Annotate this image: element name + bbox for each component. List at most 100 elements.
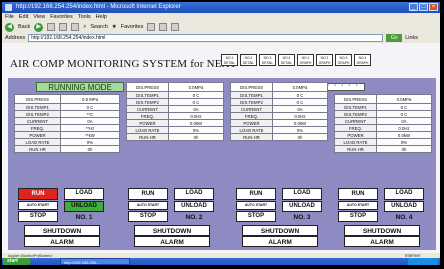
stop-button[interactable]: STOP bbox=[338, 211, 378, 222]
run-button[interactable]: RUN bbox=[18, 188, 58, 200]
media-icon[interactable] bbox=[147, 23, 156, 31]
back-arrow-icon[interactable]: ◀ bbox=[5, 22, 14, 32]
no2-graph-button[interactable]: NO.2 GRAPH bbox=[316, 54, 333, 66]
unload-button[interactable]: UNLOAD bbox=[282, 201, 322, 212]
row-label: DIS.TEMP2 bbox=[126, 98, 169, 106]
row-value: 0.0kW bbox=[272, 119, 328, 127]
row-label: CURRENT bbox=[334, 117, 377, 125]
auto-start-button[interactable]: AUTO START bbox=[128, 201, 168, 210]
address-input[interactable]: http://192.168.254.254/index.html bbox=[28, 34, 384, 42]
alarm-indicator: ALARM bbox=[242, 236, 318, 247]
no2-detail-button[interactable]: NO.2 DETAIL bbox=[240, 54, 257, 66]
menu-tools[interactable]: Tools bbox=[78, 13, 91, 21]
system-tray bbox=[408, 258, 438, 265]
no1-graph-button[interactable]: NO.1 GRAPH bbox=[297, 54, 314, 66]
dis-press-value: 0.0MPa bbox=[376, 94, 432, 104]
row-label: POWER bbox=[230, 119, 273, 127]
refresh-icon[interactable] bbox=[59, 23, 68, 31]
run-button[interactable]: RUN bbox=[128, 188, 168, 200]
row-label: POWER bbox=[126, 119, 169, 127]
maximize-button[interactable]: □ bbox=[419, 3, 428, 11]
row-label: DIS.TEMP2 bbox=[230, 98, 273, 106]
no1-detail-button[interactable]: NO.1 DETAIL bbox=[221, 54, 238, 66]
load-button[interactable]: LOAD bbox=[282, 188, 322, 200]
star-icon[interactable]: ★ bbox=[112, 24, 117, 30]
row-value: 0% bbox=[168, 126, 224, 134]
row-value: 0 C bbox=[60, 103, 120, 111]
row-label: RUN HR bbox=[334, 145, 377, 153]
stop-button[interactable]: STOP bbox=[128, 211, 168, 222]
load-button[interactable]: LOAD bbox=[384, 188, 424, 200]
unload-button[interactable]: UNLOAD bbox=[384, 201, 424, 212]
stop-button[interactable]: STOP bbox=[236, 211, 276, 222]
address-bar: Address http://192.168.254.254/index.htm… bbox=[2, 33, 440, 43]
row-label: DIS.TEMP1 bbox=[14, 103, 61, 111]
auto-start-button[interactable]: AUTO START bbox=[338, 201, 378, 210]
row-value: 0.0kW bbox=[168, 119, 224, 127]
close-button[interactable]: × bbox=[429, 3, 438, 11]
page-title: AIR COMP MONITORING SYSTEM for NEXT bbox=[10, 58, 237, 70]
run-button[interactable]: RUN bbox=[338, 188, 378, 200]
row-value: 0 C bbox=[376, 110, 432, 118]
unit3-data-table: DIS.PRESS 0.0MPa DIS.TEMP1 0 C DIS.TEMP2 0 … bbox=[230, 82, 328, 141]
menu-view[interactable]: View bbox=[33, 13, 45, 21]
row-value: 0A bbox=[60, 117, 120, 125]
home-icon[interactable] bbox=[71, 23, 80, 31]
shutdown-indicator: SHUTDOWN bbox=[134, 225, 210, 236]
no3-graph-button[interactable]: NO.3 GRAPH bbox=[335, 54, 352, 66]
row-label: DIS.TEMP1 bbox=[126, 91, 169, 99]
alarm-indicator: ALARM bbox=[134, 236, 210, 247]
search-icon[interactable]: ⌕ bbox=[83, 24, 86, 31]
title-bar: http://192.168.254.254/index.html - Micr… bbox=[2, 2, 440, 13]
row-label: LOAD RATE bbox=[334, 138, 377, 146]
row-label: DIS.TEMP2 bbox=[334, 110, 377, 118]
auto-start-button[interactable]: AUTO START bbox=[18, 201, 58, 210]
stop-button[interactable]: STOP bbox=[18, 211, 58, 222]
back-button[interactable]: Back bbox=[18, 24, 30, 30]
go-button[interactable]: Go bbox=[386, 34, 403, 42]
menu-favorites[interactable]: Favorites bbox=[50, 13, 73, 21]
unload-button[interactable]: UNLOAD bbox=[174, 201, 214, 212]
forward-arrow-icon[interactable]: ▶ bbox=[34, 22, 44, 32]
browser-window: http://192.168.254.254/index.html - Micr… bbox=[2, 2, 440, 265]
menu-file[interactable]: File bbox=[5, 13, 14, 21]
unload-button[interactable]: UNLOAD bbox=[64, 201, 104, 212]
dis-press-value: 0.0MPa bbox=[272, 82, 328, 92]
unit-number-label: NO. 1 bbox=[75, 214, 93, 221]
row-label: FREQ. bbox=[126, 112, 169, 120]
menu-edit[interactable]: Edit bbox=[19, 13, 28, 21]
unit2-controls: RUN LOAD AUTO START UNLOAD STOP NO. 2 SH… bbox=[128, 188, 228, 250]
row-value: 0 C bbox=[168, 91, 224, 99]
page-content: AIR COMP MONITORING SYSTEM for NEXT NO.1… bbox=[2, 43, 440, 253]
row-value: 0h bbox=[168, 133, 224, 141]
auto-start-button[interactable]: AUTO START bbox=[236, 201, 276, 210]
menu-bar: File Edit View Favorites Tools Help bbox=[2, 13, 440, 21]
unit-number-label: NO. 3 bbox=[293, 214, 311, 221]
row-label: RUN HR bbox=[126, 133, 169, 141]
row-label: POWER bbox=[334, 131, 377, 139]
load-button[interactable]: LOAD bbox=[64, 188, 104, 200]
no4-graph-button[interactable]: NO.4 GRAPH bbox=[354, 54, 371, 66]
stop-icon[interactable] bbox=[47, 23, 56, 31]
run-button[interactable]: RUN bbox=[236, 188, 276, 200]
search-button[interactable]: Search bbox=[90, 24, 107, 30]
dis-press-value: 0.5 MPa bbox=[60, 94, 120, 104]
unit-button-group: NO.1 DETAIL NO.2 DETAIL NO.3 DETAIL NO.4… bbox=[221, 54, 371, 66]
taskbar-item-browser[interactable]: http://192.168.254... bbox=[60, 258, 130, 265]
shutdown-indicator: SHUTDOWN bbox=[344, 225, 420, 236]
row-label: CURRENT bbox=[14, 117, 61, 125]
print-icon[interactable] bbox=[171, 23, 180, 31]
links-button[interactable]: Links bbox=[405, 35, 418, 41]
menu-help[interactable]: Help bbox=[96, 13, 107, 21]
shutdown-indicator: SHUTDOWN bbox=[242, 225, 318, 236]
row-value: **C bbox=[60, 110, 120, 118]
favorites-button[interactable]: Favorites bbox=[121, 24, 144, 30]
row-value: 0.0kW bbox=[376, 131, 432, 139]
mail-icon[interactable] bbox=[159, 23, 168, 31]
minimize-button[interactable]: _ bbox=[409, 3, 418, 11]
load-button[interactable]: LOAD bbox=[174, 188, 214, 200]
start-button[interactable]: start bbox=[3, 258, 31, 265]
no3-detail-button[interactable]: NO.3 DETAIL bbox=[259, 54, 276, 66]
row-value: 0.0Hz bbox=[376, 124, 432, 132]
no4-detail-button[interactable]: NO.4 DETAIL bbox=[278, 54, 295, 66]
